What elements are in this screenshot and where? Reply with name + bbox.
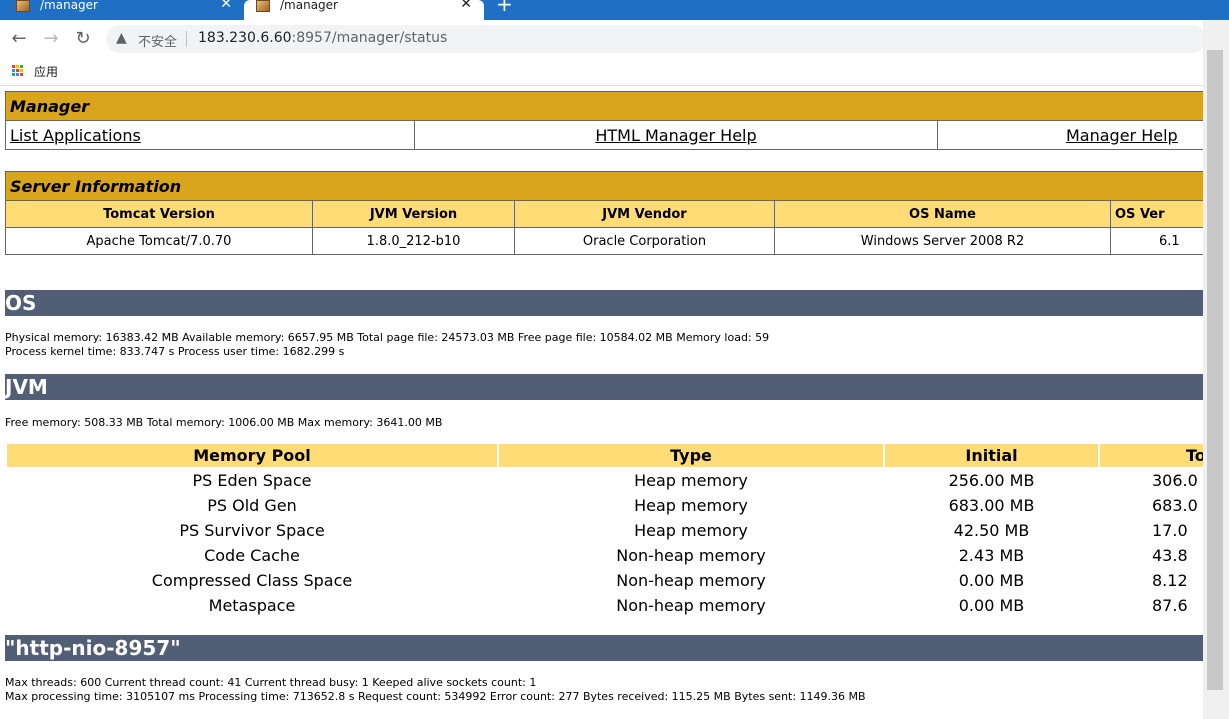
header-os-name: OS Name (774, 200, 1111, 228)
insecure-label: 不安全 (138, 35, 178, 50)
connector-info: Max threads: 600 Current thread count: 4… (5, 676, 866, 704)
pool-name: PS Old Gen (207, 496, 297, 515)
pool-type: Non-heap memory (616, 596, 766, 615)
pool-type: Heap memory (634, 471, 748, 490)
value-os-version: 6.1 (1110, 227, 1203, 255)
list-applications-link[interactable]: List Applications (10, 126, 141, 145)
pool-type: Non-heap memory (616, 546, 766, 565)
os-process-line: Process kernel time: 833.747 s Process u… (5, 345, 345, 358)
pool-type: Heap memory (634, 521, 748, 540)
server-info-table: Server Information Tomcat Version JVM Ve… (5, 171, 1203, 255)
header-jvm-version: JVM Version (312, 200, 515, 228)
table-row: Metaspace Non-heap memory 0.00 MB 87.6 (7, 594, 1203, 617)
url-host: 183.230.6.60 (198, 30, 292, 46)
pool-name: PS Eden Space (192, 471, 312, 490)
reload-icon[interactable]: ↻ (72, 28, 94, 50)
tab-strip: /manager ✕ /manager ✕ + (0, 0, 1229, 20)
html-manager-help-link[interactable]: HTML Manager Help (595, 126, 756, 145)
manager-table: Manager List Applications HTML Manager H… (5, 91, 1203, 150)
table-row: PS Survivor Space Heap memory 42.50 MB 1… (7, 519, 1203, 542)
connector-threads-line: Max threads: 600 Current thread count: 4… (5, 676, 537, 689)
browser-toolbar: ← → ↻ ▲ 不安全 183.230.6.60:8957/manager/st… (0, 20, 1229, 58)
pool-initial: 683.00 MB (948, 496, 1035, 515)
pool-total: 8.12 (1152, 571, 1188, 590)
value-tomcat-version: Apache Tomcat/7.0.70 (5, 227, 313, 255)
memory-pool-table: Memory Pool Type Initial To PS Eden Spac… (5, 442, 1203, 619)
jvm-memory-line: Free memory: 508.33 MB Total memory: 100… (5, 416, 443, 429)
header-jvm-vendor: JVM Vendor (514, 200, 775, 228)
header-total: To (1100, 444, 1203, 467)
pool-total: 683.0 (1152, 496, 1198, 515)
pool-total: 87.6 (1152, 596, 1188, 615)
header-tomcat-version: Tomcat Version (5, 200, 313, 228)
server-info-title: Server Information (5, 171, 1203, 201)
back-arrow-icon[interactable]: ← (8, 28, 30, 50)
pool-initial: 42.50 MB (953, 521, 1030, 540)
pool-total: 17.0 (1152, 521, 1188, 540)
pool-initial: 0.00 MB (958, 571, 1025, 590)
pool-total: 43.8 (1152, 546, 1188, 565)
apps-label[interactable]: 应用 (34, 63, 58, 80)
header-memory-pool: Memory Pool (7, 444, 497, 467)
value-jvm-version: 1.8.0_212-b10 (312, 227, 515, 255)
manager-title: Manager (5, 91, 1203, 121)
pool-initial: 0.00 MB (958, 596, 1025, 615)
html-manager-help-cell: HTML Manager Help (414, 120, 938, 150)
url-path: :8957/manager/status (291, 30, 448, 46)
tomcat-favicon-icon (16, 0, 30, 12)
os-section-title: OS (5, 290, 1203, 316)
pool-type: Non-heap memory (616, 571, 766, 590)
manager-help-link[interactable]: Manager Help (1066, 126, 1178, 145)
pool-type: Heap memory (634, 496, 748, 515)
list-applications-cell: List Applications (5, 120, 415, 150)
value-jvm-vendor: Oracle Corporation (514, 227, 775, 255)
header-type: Type (499, 444, 883, 467)
table-row: Code Cache Non-heap memory 2.43 MB 43.8 (7, 544, 1203, 567)
pool-name: Compressed Class Space (151, 571, 353, 590)
new-tab-button[interactable]: + (496, 0, 513, 14)
tab-manager-1[interactable]: /manager ✕ (0, 0, 244, 20)
table-row: PS Old Gen Heap memory 683.00 MB 683.0 (7, 494, 1203, 517)
forward-arrow-icon[interactable]: → (40, 28, 62, 50)
tab-title: /manager (280, 0, 338, 12)
value-os-name: Windows Server 2008 R2 (774, 227, 1111, 255)
pool-total: 306.0 (1152, 471, 1198, 490)
jvm-section-title: JVM (5, 374, 1203, 400)
tab-manager-2[interactable]: /manager ✕ (244, 0, 484, 20)
table-row: PS Eden Space Heap memory 256.00 MB 306.… (7, 469, 1203, 492)
header-os-version: OS Ver (1110, 200, 1203, 228)
tomcat-favicon-icon (256, 0, 270, 12)
header-initial: Initial (885, 444, 1098, 467)
close-icon[interactable]: ✕ (220, 0, 232, 12)
close-icon[interactable]: ✕ (460, 0, 472, 12)
connector-processing-line: Max processing time: 3105107 ms Processi… (5, 690, 866, 703)
pool-name: Code Cache (204, 546, 300, 565)
manager-help-cell: Manager Help (937, 120, 1203, 150)
bookmarks-bar: 应用 (0, 58, 1229, 86)
apps-grid-icon[interactable] (12, 65, 24, 77)
warning-icon: ▲ (116, 30, 127, 46)
scrollbar-thumb[interactable] (1207, 50, 1223, 690)
page-viewport: Manager List Applications HTML Manager H… (0, 86, 1203, 719)
url-text[interactable]: 183.230.6.60:8957/manager/status (198, 30, 447, 46)
os-info: Physical memory: 16383.42 MB Available m… (5, 331, 769, 359)
page-scrollbar[interactable] (1203, 20, 1229, 719)
tab-title: /manager (40, 0, 98, 12)
table-row: Compressed Class Space Non-heap memory 0… (7, 569, 1203, 592)
address-bar[interactable]: ▲ 不安全 183.230.6.60:8957/manager/status (106, 25, 1206, 53)
pool-initial: 2.43 MB (958, 546, 1025, 565)
os-memory-line: Physical memory: 16383.42 MB Available m… (5, 331, 770, 344)
pool-name: PS Survivor Space (179, 521, 325, 540)
divider (186, 31, 187, 47)
pool-name: Metaspace (208, 596, 296, 615)
pool-initial: 256.00 MB (948, 471, 1035, 490)
connector-section-title: "http-nio-8957" (5, 635, 1203, 661)
